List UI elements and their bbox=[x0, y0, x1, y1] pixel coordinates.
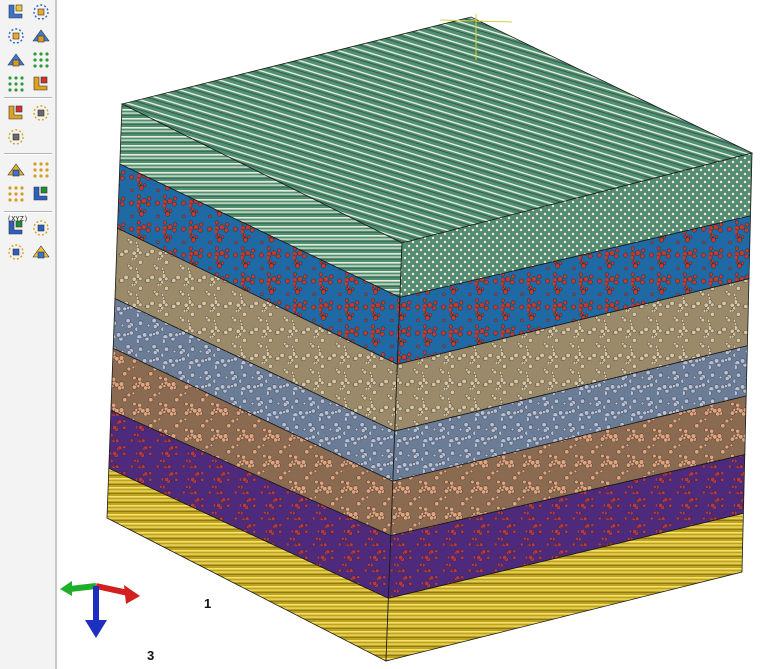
orientation-triad bbox=[60, 581, 140, 638]
seed-grid-icon[interactable] bbox=[31, 2, 51, 22]
toolbox-row bbox=[6, 127, 52, 149]
query-tool-icon[interactable] bbox=[6, 127, 26, 147]
toolbox-row bbox=[6, 103, 52, 125]
partition-cell-icon[interactable] bbox=[31, 184, 51, 204]
xyz-label: (XYZ) bbox=[7, 215, 29, 223]
partition-face-icon[interactable] bbox=[31, 160, 51, 180]
seed-edges-icon[interactable] bbox=[6, 26, 26, 46]
mesh-region-icon[interactable] bbox=[6, 50, 26, 70]
assign-mesh-controls-icon[interactable] bbox=[31, 103, 51, 123]
select-tool-icon[interactable] bbox=[6, 160, 26, 180]
toolbox-row bbox=[6, 2, 52, 24]
create-partition-icon[interactable] bbox=[6, 2, 26, 22]
toolbox-separator bbox=[4, 211, 52, 213]
edit-mesh-icon[interactable] bbox=[6, 103, 26, 123]
model-canvas[interactable] bbox=[59, 0, 760, 669]
toolbox-separator bbox=[4, 97, 52, 99]
virtual-topology-icon[interactable] bbox=[6, 184, 26, 204]
create-datum-plane-icon[interactable] bbox=[6, 242, 26, 262]
toolbox-row bbox=[6, 50, 52, 72]
toolbox-row bbox=[6, 184, 52, 206]
verify-mesh-icon[interactable] bbox=[31, 74, 51, 94]
toolbox-row bbox=[6, 74, 52, 96]
mesh-part-icon[interactable] bbox=[31, 50, 51, 70]
create-datum-csys-icon[interactable] bbox=[31, 242, 51, 262]
toolbox-separator bbox=[4, 153, 52, 155]
seed-part-icon[interactable] bbox=[31, 26, 51, 46]
triad-axis-3-label: 3 bbox=[147, 648, 155, 663]
viewport[interactable]: 1 3 bbox=[59, 0, 760, 669]
toolbox-row bbox=[6, 26, 52, 48]
toolbox-row bbox=[6, 160, 52, 182]
toolbox-row bbox=[6, 242, 52, 264]
mesh-toolbox: (XYZ) bbox=[0, 0, 57, 669]
element-type-icon[interactable] bbox=[6, 74, 26, 94]
triad-axis-1-label: 1 bbox=[204, 596, 212, 611]
create-datum-axis-icon[interactable] bbox=[31, 218, 51, 238]
